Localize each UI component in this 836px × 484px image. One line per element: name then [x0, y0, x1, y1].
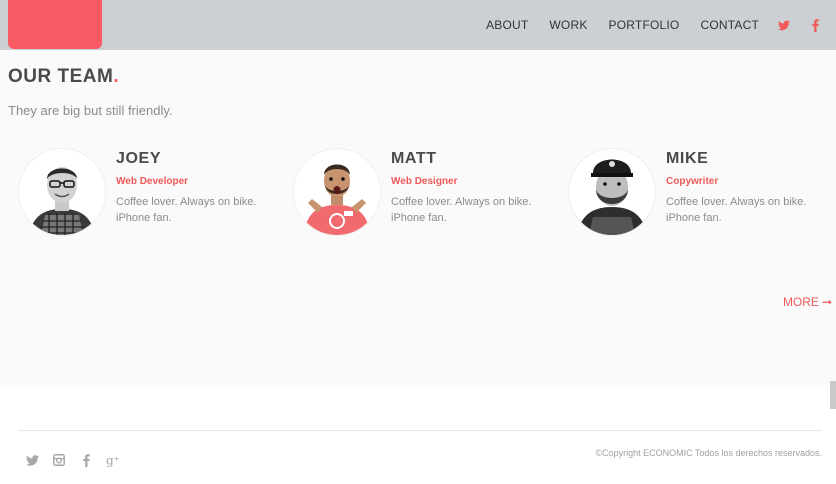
footer-divider — [18, 430, 822, 431]
member-role: Copywriter — [666, 176, 719, 187]
nav-contact[interactable]: CONTACT — [700, 18, 759, 32]
member-bio: Coffee lover. Always on bike. iPhone fan… — [666, 196, 807, 224]
team-member-mike: MIKE Copywriter Coffee lover. Always on … — [569, 149, 836, 241]
more-link[interactable]: MORE ➞ — [783, 295, 832, 309]
team-member-joey: JOEY Web Developer Coffee lover. Always … — [19, 149, 289, 241]
member-name: MATT — [391, 150, 437, 167]
instagram-icon[interactable] — [52, 453, 66, 467]
footer: g + ©Copyright ECONOMIC Todos los derecho… — [0, 385, 836, 484]
header-social — [777, 18, 822, 32]
avatar — [294, 149, 380, 235]
header: ABOUT WORK PORTFOLIO CONTACT — [0, 0, 836, 50]
member-bio: Coffee lover. Always on bike. iPhone fan… — [391, 196, 532, 224]
member-role: Web Designer — [391, 176, 458, 187]
main-nav: ABOUT WORK PORTFOLIO CONTACT — [486, 0, 836, 50]
logo[interactable] — [8, 0, 102, 49]
twitter-icon[interactable] — [777, 18, 791, 32]
facebook-icon[interactable] — [808, 18, 822, 32]
member-name: MIKE — [666, 150, 709, 167]
svg-text:+: + — [113, 454, 119, 463]
google-plus-icon[interactable]: g + — [106, 453, 120, 467]
nav-portfolio[interactable]: PORTFOLIO — [609, 18, 680, 32]
avatar — [569, 149, 655, 235]
avatar — [19, 149, 105, 235]
team-section: OUR TEAM. They are big but still friendl… — [0, 50, 836, 385]
section-subtitle: They are big but still friendly. — [8, 103, 173, 118]
section-title-text: OUR TEAM — [8, 66, 114, 87]
nav-work[interactable]: WORK — [549, 18, 587, 32]
copyright-text: ©Copyright ECONOMIC Todos los derechos r… — [595, 448, 822, 458]
member-name: JOEY — [116, 150, 162, 167]
footer-social: g + — [25, 453, 133, 467]
team-member-matt: MATT Web Designer Coffee lover. Always o… — [294, 149, 564, 241]
facebook-icon[interactable] — [79, 453, 93, 467]
title-dot: . — [113, 66, 120, 87]
member-role: Web Developer — [116, 176, 189, 187]
member-bio: Coffee lover. Always on bike. iPhone fan… — [116, 196, 257, 224]
nav-about[interactable]: ABOUT — [486, 18, 528, 32]
scrollbar-thumb[interactable] — [830, 381, 836, 409]
arrow-right-icon: ➞ — [821, 295, 832, 309]
section-title: OUR TEAM. — [8, 66, 119, 88]
twitter-icon[interactable] — [25, 453, 39, 467]
more-label: MORE — [782, 295, 819, 309]
